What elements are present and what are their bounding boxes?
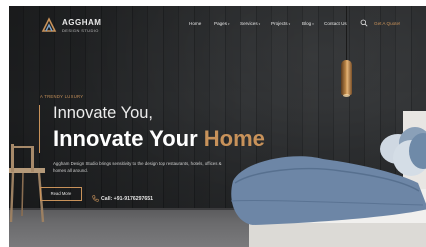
hero-heading-line2: Innovate Your Home	[53, 126, 265, 152]
call-label: Call: +91-9176297651	[101, 195, 154, 202]
nav-item-label: Blog	[302, 21, 312, 26]
hero-section: AGGHAM DESIGN STUDIO Home Pages▾ Service…	[9, 6, 426, 247]
lamp-cord	[346, 6, 347, 60]
chevron-down-icon: ▾	[312, 22, 314, 26]
nav-item-home[interactable]: Home	[189, 21, 201, 26]
nav-item-label: Pages	[214, 21, 228, 26]
hero-description: Aggham Design Studio brings sensitivity …	[53, 161, 222, 173]
nav-item-label: Services	[240, 21, 258, 26]
hero-heading-accent: Home	[203, 126, 265, 151]
nav-item-pages[interactable]: Pages▾	[214, 21, 230, 26]
nav-item-label: Contact Us	[324, 21, 347, 26]
brand-logo[interactable]: AGGHAM DESIGN STUDIO	[41, 15, 101, 39]
chair-illustration	[9, 144, 45, 223]
search-icon[interactable]	[360, 19, 368, 27]
brand-subtitle: DESIGN STUDIO	[62, 28, 99, 33]
read-more-button[interactable]: Read More	[40, 187, 82, 201]
nav-item-projects[interactable]: Projects▾	[271, 21, 290, 26]
nav-item-label: Home	[189, 21, 202, 26]
nav-item-label: Projects	[271, 21, 288, 26]
pendant-lamp	[341, 60, 352, 97]
accent-divider	[39, 105, 40, 153]
brand-name: AGGHAM	[62, 18, 102, 27]
chevron-down-icon: ▾	[288, 22, 291, 26]
logo-mark-icon	[41, 17, 57, 32]
hero-heading-main: Innovate Your	[53, 126, 204, 151]
phone-icon	[92, 195, 99, 202]
call-link[interactable]: Call: +91-9176297651	[92, 190, 154, 202]
nav-item-contact[interactable]: Contact Us	[324, 21, 347, 26]
chevron-down-icon: ▾	[258, 22, 261, 26]
chevron-down-icon: ▾	[228, 22, 230, 26]
get-a-quote-link[interactable]: Get A Quote!	[374, 21, 400, 26]
hero-tagline: A TRENDY LUXURY	[40, 94, 84, 99]
nav-item-blog[interactable]: Blog▾	[302, 21, 314, 26]
nav-item-services[interactable]: Services▾	[240, 21, 260, 26]
hero-heading-line1: Innovate You,	[53, 104, 154, 122]
